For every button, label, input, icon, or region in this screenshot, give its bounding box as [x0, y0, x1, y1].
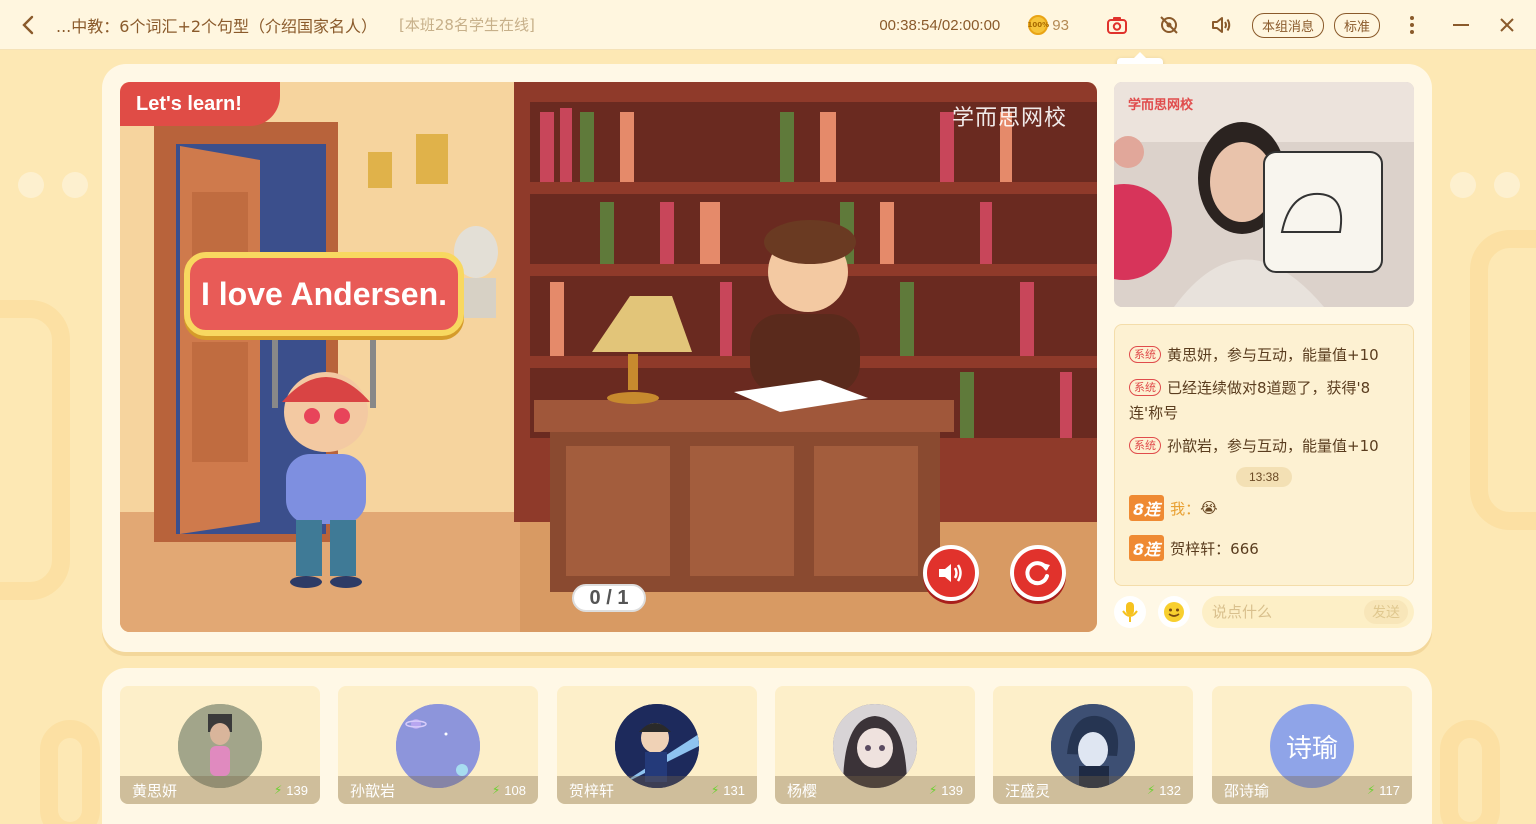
coin-icon: 100% [1027, 15, 1049, 35]
chat-input-wrapper: 发送 [1202, 596, 1414, 628]
student-name: 杨樱 [787, 781, 818, 800]
system-tag: 系统 [1129, 346, 1161, 363]
student-card[interactable]: 诗瑜 邵诗瑜 ⚡ 117 [1212, 686, 1412, 804]
chat-input-row: 发送 [1114, 594, 1414, 630]
screenshot-button[interactable] [1104, 12, 1130, 38]
class-timer: 00:38:54/02:00:00 [879, 16, 1001, 34]
speaker-icon [939, 564, 962, 582]
student-info-bar: 黄思妍 ⚡ 139 [120, 776, 320, 804]
chat-message: 系统 黄思妍，参与互动，能量值+10 [1129, 343, 1399, 368]
send-button[interactable]: 发送 [1364, 600, 1408, 624]
microphone-icon [1122, 602, 1138, 622]
student-card[interactable]: 黄思妍 ⚡ 139 [120, 686, 320, 804]
system-tag: 系统 [1129, 437, 1161, 454]
retry-button[interactable] [1010, 545, 1066, 601]
more-vertical-icon [1410, 16, 1414, 34]
energy-icon: ⚡ [928, 783, 938, 797]
chat-panel[interactable]: 系统 黄思妍，参与互动，能量值+10 系统 已经连续做对8道题了，获得'8连'称号 … [1114, 324, 1414, 586]
sentence-sign: I love Andersen. [184, 252, 464, 336]
chat-message-me: 8连 我： 😭 [1129, 495, 1399, 521]
chat-message-text: 黄思妍，参与互动，能量值+10 [1167, 346, 1379, 364]
student-score: 139 [941, 782, 963, 798]
student-name: 汪盛灵 [1005, 781, 1051, 800]
energy-icon: ⚡ [273, 783, 283, 797]
watermark-logo: 学而思网校 [951, 106, 1067, 131]
quality-button[interactable]: 标准 [1333, 12, 1380, 38]
student-name: 邵诗瑜 [1224, 781, 1270, 800]
minimize-button[interactable] [1448, 12, 1474, 38]
student-card[interactable]: 汪盛灵 ⚡ 132 [993, 686, 1193, 804]
student-card[interactable]: 孙歆岩 ⚡ 108 [338, 686, 538, 804]
energy-icon: ⚡ [1146, 783, 1156, 797]
student-card[interactable]: 杨樱 ⚡ 139 [775, 686, 975, 804]
voice-input-button[interactable] [1114, 596, 1146, 628]
emoji-button[interactable] [1158, 596, 1190, 628]
student-score: 117 [1379, 782, 1400, 798]
chat-emoji: 😭 [1200, 499, 1218, 517]
minimize-icon [1453, 24, 1469, 26]
teacher-video-feed [1114, 82, 1414, 307]
student-name: 孙歆岩 [350, 781, 396, 800]
top-bar: ...中教：6个词汇+2个句型（介绍国家名人） [本班28名学生在线] 00:3… [0, 0, 1536, 50]
students-panel: 黄思妍 ⚡ 139 孙歆岩 ⚡ 108 贺梓轩 ⚡ 131 杨樱 ⚡ 139 汪盛灵 ⚡ 132 诗… [102, 668, 1432, 824]
online-status: [本班28名学生在线] [399, 16, 535, 34]
chat-message: 系统 孙歆岩，参与互动，能量值+10 [1129, 434, 1399, 459]
chat-message: 系统 已经连续做对8道题了，获得'8连'称号 [1129, 376, 1399, 426]
question-progress: 0 / 1 [572, 584, 646, 612]
student-name: 黄思妍 [132, 781, 178, 800]
group-messages-button[interactable]: 本组消息 [1251, 12, 1324, 38]
refresh-icon [1025, 561, 1050, 586]
student-info-bar: 杨樱 ⚡ 139 [775, 776, 975, 804]
student-card[interactable]: 贺梓轩 ⚡ 131 [557, 686, 757, 804]
close-icon [1500, 18, 1514, 32]
chat-message-student: 8连 贺梓轩 ：666 [1129, 535, 1399, 561]
teacher-video-logo: 学而思网校 [1128, 98, 1194, 113]
hide-video-button[interactable] [1156, 12, 1182, 38]
main-panel: Let's learn! 学而思网校 I love Andersen. 0 / … [102, 64, 1432, 652]
back-button[interactable] [0, 0, 56, 50]
energy-icon: ⚡ [710, 783, 720, 797]
top-toolbar: 00:38:54/02:00:00 100% 93 本组消息 标准 [879, 0, 1536, 50]
student-info-bar: 汪盛灵 ⚡ 132 [993, 776, 1193, 804]
chat-sender-me: 我： [1170, 499, 1201, 518]
chat-message-text: ：666 [1215, 539, 1259, 558]
speaker-icon [1211, 17, 1231, 33]
student-score: 131 [723, 782, 745, 798]
class-title: ...中教：6个词汇+2个句型（介绍国家名人） [56, 16, 378, 36]
student-info-bar: 邵诗瑜 ⚡ 117 [1212, 776, 1412, 804]
chat-message-text: 孙歆岩，参与互动，能量值+10 [1167, 437, 1379, 455]
close-button[interactable] [1494, 12, 1520, 38]
streak-badge: 8连 [1129, 495, 1165, 521]
student-info-bar: 孙歆岩 ⚡ 108 [338, 776, 538, 804]
camera-icon [1106, 17, 1127, 34]
teacher-video[interactable]: 学而思网校 [1114, 82, 1414, 307]
coin-counter: 100% 93 [1027, 15, 1069, 35]
coin-count: 93 [1052, 16, 1069, 34]
student-score: 108 [504, 782, 526, 798]
chat-sender-name: 贺梓轩 [1170, 539, 1216, 558]
student-score: 139 [286, 782, 308, 798]
more-button[interactable] [1399, 12, 1425, 38]
avatar-initials: 诗瑜 [1285, 733, 1338, 764]
chevron-left-icon [22, 15, 34, 34]
energy-icon: ⚡ [491, 783, 501, 797]
student-score: 132 [1159, 782, 1181, 798]
system-tag: 系统 [1129, 379, 1161, 396]
chat-message-text: 已经连续做对8道题了，获得'8连'称号 [1129, 379, 1371, 422]
courseware-stage[interactable]: Let's learn! 学而思网校 I love Andersen. 0 / … [120, 82, 1097, 632]
streak-badge: 8连 [1129, 535, 1165, 561]
student-info-bar: 贺梓轩 ⚡ 131 [557, 776, 757, 804]
chat-timestamp: 13:38 [1236, 467, 1292, 487]
volume-button[interactable] [1208, 12, 1234, 38]
student-name: 贺梓轩 [569, 781, 615, 800]
smiley-icon [1164, 602, 1184, 622]
energy-icon: ⚡ [1366, 783, 1376, 797]
video-off-icon [1160, 16, 1178, 34]
play-audio-button[interactable] [923, 545, 979, 601]
lesson-section-badge: Let's learn! [120, 82, 280, 126]
